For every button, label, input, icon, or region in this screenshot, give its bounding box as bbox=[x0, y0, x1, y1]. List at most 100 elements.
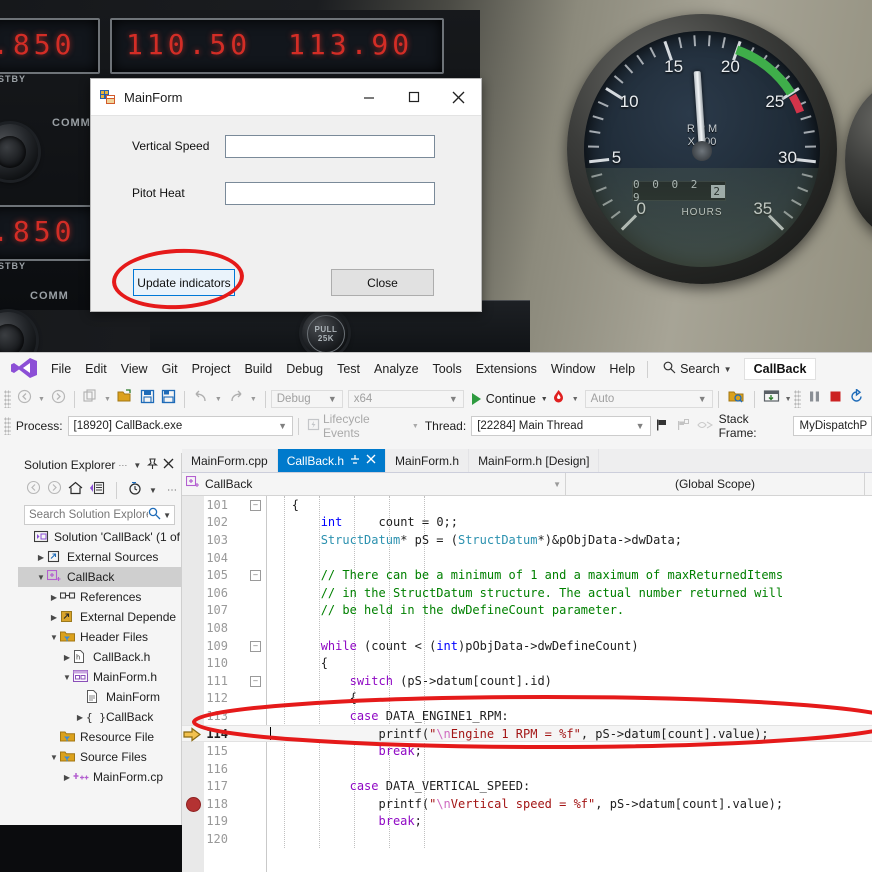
chevron-down-icon[interactable]: ▼ bbox=[61, 673, 73, 682]
flag-icon[interactable] bbox=[651, 418, 673, 435]
continue-button[interactable]: Continue ▼ bbox=[472, 392, 548, 406]
new-project-dropdown-icon[interactable]: ▼ bbox=[101, 396, 114, 403]
editor-tab[interactable]: MainForm.cpp bbox=[182, 449, 278, 472]
forward-icon[interactable] bbox=[47, 480, 62, 500]
pin-icon[interactable] bbox=[147, 458, 158, 473]
home-icon[interactable] bbox=[68, 481, 83, 500]
code-line[interactable]: 119 break; bbox=[182, 813, 872, 831]
code-line[interactable]: 114 printf("\nEngine 1 RPM = %f", pS->da… bbox=[182, 725, 872, 743]
vertical-speed-input[interactable] bbox=[225, 135, 435, 158]
editor-tab[interactable]: MainForm.h bbox=[386, 449, 469, 472]
redo-dropdown-icon[interactable]: ▼ bbox=[247, 396, 260, 403]
code-line[interactable]: 112 { bbox=[182, 690, 872, 708]
navigate-forward-icon[interactable] bbox=[48, 389, 69, 409]
toolbar-grip[interactable] bbox=[4, 390, 11, 408]
code-line[interactable]: 101 { bbox=[182, 496, 872, 514]
save-all-icon[interactable] bbox=[158, 389, 179, 409]
solution-tree-item[interactable]: ▼Header Files bbox=[18, 627, 181, 647]
navbar-member-combo[interactable]: (Global Scope) bbox=[566, 473, 865, 495]
code-line[interactable]: 115 break; bbox=[182, 742, 872, 760]
editor-tab[interactable]: CallBack.h bbox=[278, 449, 386, 472]
undo-icon[interactable] bbox=[190, 390, 212, 409]
menu-project[interactable]: Project bbox=[185, 358, 238, 380]
step-into-icon[interactable] bbox=[760, 389, 783, 409]
code-line[interactable]: 102 int count = 0;; bbox=[182, 514, 872, 532]
break-all-icon[interactable] bbox=[804, 390, 825, 408]
maximize-icon[interactable] bbox=[391, 80, 436, 115]
debugbar-grip[interactable] bbox=[4, 417, 11, 435]
code-line[interactable]: 120 bbox=[182, 830, 872, 848]
chevron-down-icon[interactable]: ▼ bbox=[724, 365, 732, 374]
undo-dropdown-icon[interactable]: ▼ bbox=[212, 396, 225, 403]
chevron-right-icon[interactable]: ▶ bbox=[48, 613, 60, 622]
hot-reload-icon[interactable] bbox=[548, 389, 569, 409]
menu-debug[interactable]: Debug bbox=[279, 358, 330, 380]
chevron-right-icon[interactable]: ▶ bbox=[35, 553, 47, 562]
menu-extensions[interactable]: Extensions bbox=[469, 358, 544, 380]
menu-window[interactable]: Window bbox=[544, 358, 602, 380]
solution-tree-item[interactable]: ▶External Sources bbox=[18, 547, 181, 567]
vs-search-box[interactable]: Search ▼ bbox=[663, 361, 732, 377]
code-line[interactable]: 118 printf("\nVertical speed = %f", pS->… bbox=[182, 795, 872, 813]
code-line[interactable]: 108 bbox=[182, 619, 872, 637]
code-line[interactable]: 103 StructDatum* pS = (StructDatum*)&pOb… bbox=[182, 531, 872, 549]
close-icon[interactable] bbox=[436, 80, 481, 115]
pending-changes-icon[interactable] bbox=[128, 481, 143, 500]
solution-tree-item[interactable]: ▶hCallBack.h bbox=[18, 647, 181, 667]
update-indicators-button[interactable]: Update indicators bbox=[133, 269, 235, 296]
restart-icon[interactable] bbox=[846, 389, 867, 409]
code-line[interactable]: 104 bbox=[182, 549, 872, 567]
solution-explorer-search[interactable]: Search Solution Explore ▼ bbox=[24, 505, 175, 525]
chevron-down-icon[interactable]: ▼ bbox=[48, 753, 60, 762]
chevron-down-icon[interactable]: ▼ bbox=[35, 573, 47, 582]
menu-tools[interactable]: Tools bbox=[426, 358, 469, 380]
code-line[interactable]: 117 case DATA_VERTICAL_SPEED: bbox=[182, 778, 872, 796]
lifecycle-events-label[interactable]: Lifecycle Events bbox=[323, 412, 408, 440]
step-dropdown-icon[interactable]: ▼ bbox=[783, 396, 794, 403]
chevron-down-icon[interactable]: ▼ bbox=[133, 461, 141, 470]
radio-knob-bottom[interactable] bbox=[0, 312, 36, 352]
stack-frame-combo[interactable]: MyDispatchP bbox=[793, 416, 872, 436]
pin-icon[interactable] bbox=[350, 454, 360, 468]
overflow-dots-icon[interactable]: ⋯ bbox=[167, 485, 177, 496]
chevron-down-icon[interactable]: ▼ bbox=[541, 396, 548, 403]
pitot-heat-input[interactable] bbox=[225, 182, 435, 205]
chevron-right-icon[interactable]: ▶ bbox=[48, 593, 60, 602]
chevron-right-icon[interactable]: ▶ bbox=[74, 713, 86, 722]
code-line[interactable]: 113 case DATA_ENGINE1_RPM: bbox=[182, 707, 872, 725]
chevron-down-icon[interactable]: ▼ bbox=[408, 423, 423, 430]
chevron-right-icon[interactable]: ▶ bbox=[61, 653, 73, 662]
back-icon[interactable] bbox=[26, 480, 41, 500]
chevron-down-icon[interactable]: ▼ bbox=[48, 633, 60, 642]
solution-tree-item[interactable]: Solution 'CallBack' (1 of bbox=[18, 527, 181, 547]
thread-combo[interactable]: [22284] Main Thread ▼ bbox=[471, 416, 650, 436]
solution-tree-item[interactable]: Resource File bbox=[18, 727, 181, 747]
code-line[interactable]: 105 // There can be a minimum of 1 and a… bbox=[182, 566, 872, 584]
menu-analyze[interactable]: Analyze bbox=[367, 358, 425, 380]
menu-file[interactable]: File bbox=[44, 358, 78, 380]
code-line[interactable]: 111 switch (pS->datum[count].id) bbox=[182, 672, 872, 690]
navbar-class-combo[interactable]: CallBack ▼ bbox=[182, 473, 566, 495]
solution-tree-item[interactable]: ▶References bbox=[18, 587, 181, 607]
solution-tree-item[interactable]: ▼CallBack bbox=[18, 567, 181, 587]
navigate-back-icon[interactable] bbox=[14, 389, 35, 409]
mainform-titlebar[interactable]: MainForm bbox=[91, 79, 481, 116]
code-line[interactable]: 107 // be held in the dwDefineCount para… bbox=[182, 602, 872, 620]
save-icon[interactable] bbox=[137, 389, 158, 409]
solution-config-combo[interactable]: Debug ▼ bbox=[271, 390, 343, 408]
menu-view[interactable]: View bbox=[114, 358, 155, 380]
sync-with-active-document-icon[interactable] bbox=[89, 481, 105, 500]
code-editor-surface[interactable]: –101 {102 int count = 0;;103 StructDatum… bbox=[182, 496, 872, 872]
editor-tab[interactable]: MainForm.h [Design] bbox=[469, 449, 599, 472]
hot-reload-dropdown-icon[interactable]: ▼ bbox=[569, 396, 582, 403]
flag-threads-icon[interactable] bbox=[673, 418, 693, 435]
solution-tree-item[interactable]: ▼Source Files bbox=[18, 747, 181, 767]
open-file-icon[interactable] bbox=[114, 389, 137, 409]
search-icon[interactable] bbox=[148, 507, 161, 523]
navigate-back-dropdown-icon[interactable]: ▼ bbox=[35, 396, 48, 403]
chevron-right-icon[interactable]: ▶ bbox=[61, 773, 73, 782]
menu-edit[interactable]: Edit bbox=[78, 358, 114, 380]
overflow-dots-icon[interactable]: ⋯ bbox=[118, 460, 127, 471]
toolbar-grip-2[interactable] bbox=[794, 390, 801, 408]
minimize-icon[interactable] bbox=[346, 80, 391, 115]
